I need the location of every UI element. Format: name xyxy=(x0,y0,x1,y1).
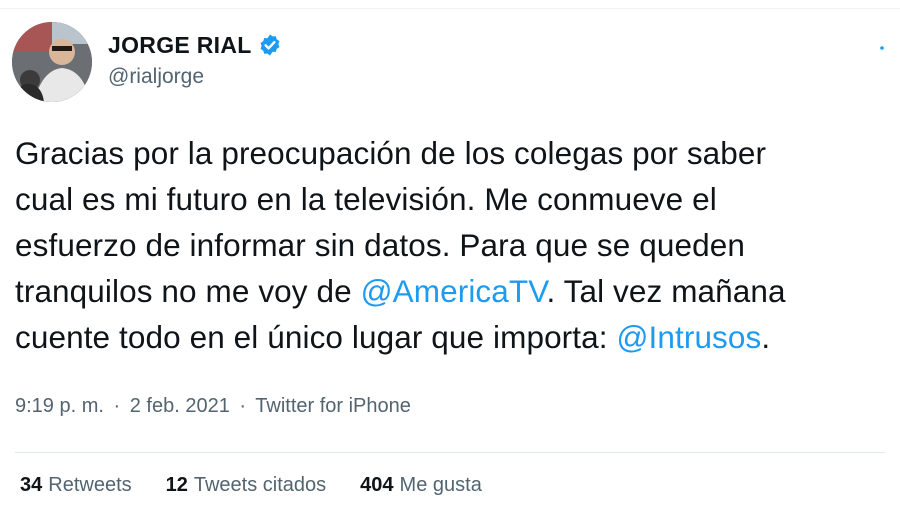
avatar[interactable] xyxy=(12,22,92,102)
tweet-line: Gracias por la preocupación de los coleg… xyxy=(15,130,895,176)
tweet-metadata: 9:19 p. m. · 2 feb. 2021 · Twitter for i… xyxy=(15,394,411,418)
tweet-text-segment: esfuerzo de informar sin datos. Para que… xyxy=(15,227,745,263)
tweet-text-segment: cual es mi futuro en la televisión. Me c… xyxy=(15,181,717,217)
tweet-text-segment: Gracias por la preocupación de los coleg… xyxy=(15,135,767,171)
retweets-label: Retweets xyxy=(48,474,132,496)
tweet-line: tranquilos no me voy de @AmericaTV. Tal … xyxy=(15,268,895,314)
display-name[interactable]: JORGE RIAL xyxy=(108,30,252,60)
author-block: JORGE RIAL @rialjorge xyxy=(108,30,282,92)
meta-separator: · xyxy=(113,395,121,417)
tweet-date[interactable]: 2 feb. 2021 xyxy=(130,395,230,417)
likes-stat[interactable]: 404 Me gusta xyxy=(360,472,482,498)
handle[interactable]: @rialjorge xyxy=(108,62,282,92)
verified-badge-icon xyxy=(258,33,282,57)
tweet-text-segment: . xyxy=(761,319,771,355)
mention-link-americatv[interactable]: @AmericaTV xyxy=(361,273,547,309)
meta-separator: · xyxy=(239,395,247,417)
retweets-stat[interactable]: 34 Retweets xyxy=(20,472,132,498)
likes-count: 404 xyxy=(360,474,394,496)
name-row: JORGE RIAL xyxy=(108,30,282,60)
tweet-text-segment: tranquilos no me voy de xyxy=(15,273,361,309)
more-options-icon[interactable] xyxy=(870,36,894,60)
tweet-line: cuente todo en el único lugar que import… xyxy=(15,314,895,360)
tweet-text-segment: cuente todo en el único lugar que import… xyxy=(15,319,617,355)
quote-tweets-label: Tweets citados xyxy=(193,474,327,496)
tweet-line: esfuerzo de informar sin datos. Para que… xyxy=(15,222,895,268)
tweet-source[interactable]: Twitter for iPhone xyxy=(255,395,411,417)
likes-label: Me gusta xyxy=(399,474,482,496)
tweet-time[interactable]: 9:19 p. m. xyxy=(15,395,104,417)
engagement-stats: 34 Retweets 12 Tweets citados 404 Me gusta xyxy=(20,472,482,498)
mention-link-intrusos[interactable]: @Intrusos xyxy=(616,319,761,355)
quote-tweets-stat[interactable]: 12 Tweets citados xyxy=(166,472,327,498)
tweet-text: Gracias por la preocupación de los coleg… xyxy=(15,130,895,360)
tweet-line: cual es mi futuro en la televisión. Me c… xyxy=(15,176,895,222)
tweet-text-segment: . Tal vez mañana xyxy=(546,273,786,309)
tweet-card: JORGE RIAL @rialjorge Gracias por la pre… xyxy=(0,0,900,505)
quote-tweets-count: 12 xyxy=(165,474,188,496)
top-divider xyxy=(0,8,900,9)
retweets-count: 34 xyxy=(20,474,43,496)
stats-divider xyxy=(15,452,885,453)
